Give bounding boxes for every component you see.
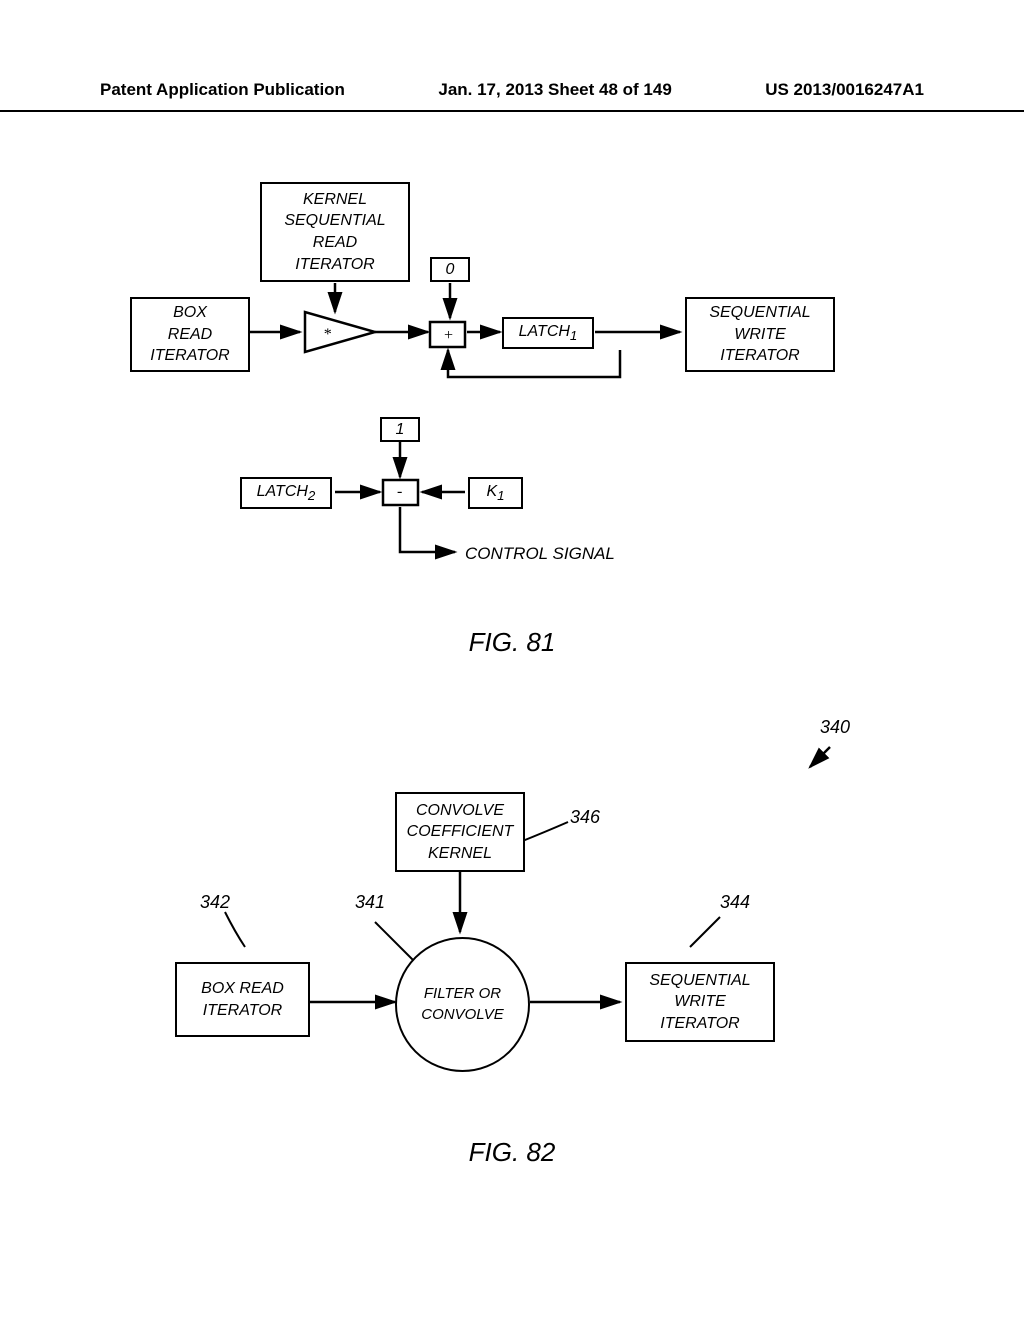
ref-342: 342 [200,892,230,913]
box-read-iterator-box-82: BOX READ ITERATOR [175,962,310,1037]
fig-82-caption: FIG. 82 [469,1137,556,1168]
fig-81-caption: FIG. 81 [469,627,556,658]
kernel-sequential-read-iterator-box: KERNEL SEQUENTIAL READ ITERATOR [260,182,410,282]
ref-346: 346 [570,807,600,828]
latch2-box: LATCH2 [240,477,332,509]
sequential-write-iterator-box-81: SEQUENTIAL WRITE ITERATOR [685,297,835,372]
svg-text:*: * [323,326,331,343]
convolve-coefficient-kernel-box: CONVOLVE COEFFICIENT KERNEL [395,792,525,872]
zero-box: 0 [430,257,470,282]
header-center: Jan. 17, 2013 Sheet 48 of 149 [438,80,671,100]
header-left: Patent Application Publication [100,80,345,100]
one-box: 1 [380,417,420,442]
svg-text:-: - [397,483,402,500]
svg-text:+: + [443,327,454,344]
box-read-iterator-box-81: BOX READ ITERATOR [130,297,250,372]
control-signal-label: CONTROL SIGNAL [465,544,615,564]
filter-or-convolve-circle: FILTER OR CONVOLVE [395,937,530,1072]
diagram-area: * + - KERNEL SEQUENTIAL READ [0,132,1024,1232]
sequential-write-iterator-box-82: SEQUENTIAL WRITE ITERATOR [625,962,775,1042]
page-header: Patent Application Publication Jan. 17, … [0,0,1024,112]
header-right: US 2013/0016247A1 [765,80,924,100]
ref-344: 344 [720,892,750,913]
ref-340: 340 [820,717,850,738]
k1-box: K1 [468,477,523,509]
ref-341: 341 [355,892,385,913]
latch1-box: LATCH1 [502,317,594,349]
